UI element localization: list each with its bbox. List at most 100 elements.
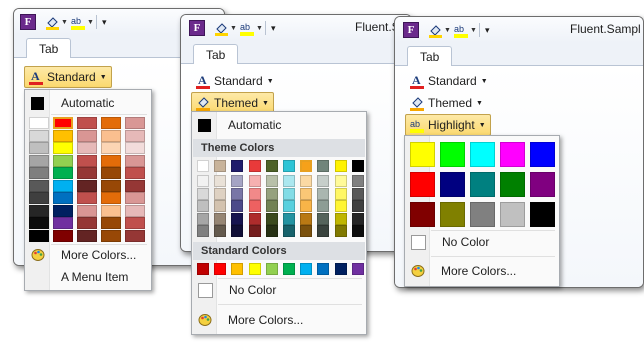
color-swatch[interactable] xyxy=(77,129,97,142)
theme-shade-swatch[interactable] xyxy=(265,175,278,187)
highlight-color-swatch[interactable] xyxy=(410,142,435,167)
standard-color-button[interactable]: A Standard ▼ xyxy=(24,66,112,88)
color-swatch[interactable] xyxy=(29,204,49,217)
theme-shade-swatch[interactable] xyxy=(300,212,313,225)
app-icon[interactable]: F xyxy=(403,22,419,38)
color-swatch[interactable] xyxy=(53,229,73,242)
color-swatch[interactable] xyxy=(125,204,145,217)
no-color-item[interactable]: No Color xyxy=(411,232,489,252)
highlight-color-swatch[interactable] xyxy=(530,172,555,197)
color-swatch[interactable] xyxy=(101,167,121,179)
color-swatch[interactable] xyxy=(77,167,97,179)
color-swatch[interactable] xyxy=(125,179,145,192)
theme-shade-swatch[interactable] xyxy=(351,187,364,200)
theme-shade-swatch[interactable] xyxy=(317,225,330,237)
color-swatch[interactable] xyxy=(101,204,121,217)
theme-shade-swatch[interactable] xyxy=(197,187,209,200)
highlight-color-swatch[interactable] xyxy=(470,202,495,227)
color-swatch[interactable] xyxy=(77,179,97,192)
theme-shade-swatch[interactable] xyxy=(300,175,313,187)
color-swatch[interactable] xyxy=(125,167,145,179)
highlight-color-swatch[interactable] xyxy=(440,172,465,197)
theme-color-swatch[interactable] xyxy=(197,160,209,172)
color-swatch[interactable] xyxy=(29,167,49,179)
color-swatch[interactable] xyxy=(101,179,121,192)
themed-color-button[interactable]: Themed ▼ xyxy=(405,92,488,114)
theme-shade-swatch[interactable] xyxy=(283,225,295,237)
highlight-color-swatch[interactable] xyxy=(530,142,555,167)
highlight-qat-button[interactable]: ab ▼ xyxy=(70,14,94,30)
fill-bucket-qat-button[interactable]: ▼ xyxy=(427,22,451,38)
color-swatch[interactable] xyxy=(53,167,73,179)
color-swatch[interactable] xyxy=(77,117,97,129)
color-swatch[interactable] xyxy=(29,117,49,129)
color-swatch[interactable] xyxy=(101,217,121,229)
theme-shade-swatch[interactable] xyxy=(265,187,278,200)
standard-color-swatch[interactable] xyxy=(231,263,244,275)
automatic-item[interactable]: Automatic xyxy=(31,93,114,113)
color-swatch[interactable] xyxy=(101,154,121,167)
color-swatch[interactable] xyxy=(101,229,121,242)
color-swatch[interactable] xyxy=(29,217,49,229)
theme-shade-swatch[interactable] xyxy=(283,212,295,225)
theme-color-swatch[interactable] xyxy=(300,160,313,172)
theme-shade-swatch[interactable] xyxy=(231,200,244,212)
color-swatch[interactable] xyxy=(125,129,145,142)
theme-shade-swatch[interactable] xyxy=(248,175,261,187)
color-swatch[interactable] xyxy=(125,217,145,229)
color-swatch[interactable] xyxy=(53,204,73,217)
theme-shade-swatch[interactable] xyxy=(300,187,313,200)
app-icon[interactable]: F xyxy=(189,20,205,36)
standard-color-swatch[interactable] xyxy=(283,263,295,275)
theme-shade-swatch[interactable] xyxy=(248,200,261,212)
theme-shade-swatch[interactable] xyxy=(351,225,364,237)
theme-color-swatch[interactable] xyxy=(317,160,330,172)
color-swatch[interactable] xyxy=(53,142,73,154)
standard-color-swatch[interactable] xyxy=(351,263,364,275)
color-swatch[interactable] xyxy=(53,217,73,229)
color-swatch[interactable] xyxy=(101,192,121,204)
no-color-item[interactable]: No Color xyxy=(198,280,276,300)
theme-color-swatch[interactable] xyxy=(334,160,347,172)
theme-shade-swatch[interactable] xyxy=(300,225,313,237)
color-swatch[interactable] xyxy=(125,229,145,242)
standard-color-swatch[interactable] xyxy=(334,263,347,275)
theme-shade-swatch[interactable] xyxy=(283,200,295,212)
color-swatch[interactable] xyxy=(77,192,97,204)
theme-shade-swatch[interactable] xyxy=(197,225,209,237)
a-menu-item[interactable]: A Menu Item xyxy=(61,267,128,287)
theme-shade-swatch[interactable] xyxy=(231,225,244,237)
theme-shade-swatch[interactable] xyxy=(214,212,227,225)
theme-shade-swatch[interactable] xyxy=(283,187,295,200)
theme-color-swatch[interactable] xyxy=(351,160,364,172)
theme-shade-swatch[interactable] xyxy=(300,200,313,212)
color-swatch[interactable] xyxy=(77,154,97,167)
theme-shade-swatch[interactable] xyxy=(317,187,330,200)
standard-color-swatch[interactable] xyxy=(214,263,227,275)
more-colors-item[interactable]: More Colors... xyxy=(198,310,303,330)
standard-color-swatch[interactable] xyxy=(317,263,330,275)
more-colors-item[interactable]: More Colors... xyxy=(411,261,516,281)
color-swatch[interactable] xyxy=(101,142,121,154)
theme-shade-swatch[interactable] xyxy=(334,212,347,225)
theme-shade-swatch[interactable] xyxy=(351,212,364,225)
theme-color-swatch[interactable] xyxy=(283,160,295,172)
theme-shade-swatch[interactable] xyxy=(334,187,347,200)
theme-shade-swatch[interactable] xyxy=(265,225,278,237)
color-swatch[interactable] xyxy=(29,129,49,142)
theme-shade-swatch[interactable] xyxy=(283,175,295,187)
tab-main[interactable]: Tab xyxy=(26,38,72,58)
theme-color-swatch[interactable] xyxy=(231,160,244,172)
theme-shade-swatch[interactable] xyxy=(317,175,330,187)
color-swatch[interactable] xyxy=(53,117,73,129)
theme-shade-swatch[interactable] xyxy=(197,200,209,212)
theme-shade-swatch[interactable] xyxy=(265,212,278,225)
highlight-qat-button[interactable]: ab ▼ xyxy=(239,20,263,36)
color-swatch[interactable] xyxy=(53,129,73,142)
color-swatch[interactable] xyxy=(77,142,97,154)
standard-color-swatch[interactable] xyxy=(197,263,209,275)
theme-shade-swatch[interactable] xyxy=(231,187,244,200)
fill-bucket-qat-button[interactable]: ▼ xyxy=(213,20,237,36)
highlight-color-swatch[interactable] xyxy=(530,202,555,227)
color-swatch[interactable] xyxy=(125,192,145,204)
